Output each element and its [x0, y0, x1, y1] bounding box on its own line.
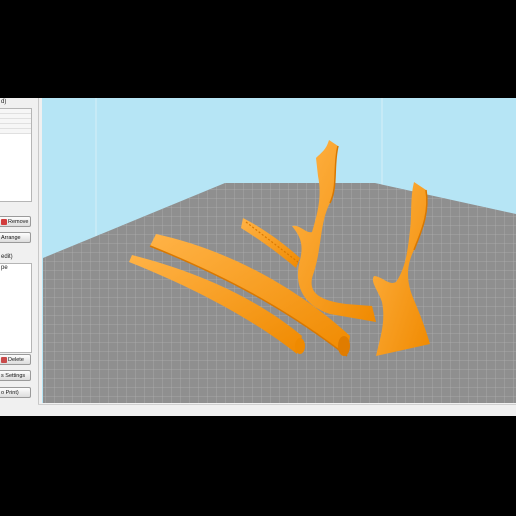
type-column-header: pe: [1, 265, 8, 271]
scene: [43, 98, 516, 403]
delete-icon: [1, 356, 7, 363]
settings-button[interactable]: s Settings: [0, 370, 31, 381]
arrange-button[interactable]: Arrange: [0, 232, 31, 243]
plater-header: d): [1, 99, 7, 105]
object-settings-list[interactable]: pe: [0, 263, 32, 353]
3d-viewport[interactable]: [42, 98, 516, 403]
status-bar: [38, 404, 516, 416]
application-window: d) Remove Arrange edit) pe Delete s Sett…: [0, 98, 516, 416]
remove-button-label: Remove: [8, 218, 29, 225]
print-button[interactable]: o Print): [0, 387, 31, 398]
object-list[interactable]: [0, 108, 32, 202]
left-panel: d) Remove Arrange edit) pe Delete s Sett…: [0, 98, 39, 416]
object-settings-header: edit): [1, 254, 13, 260]
settings-button-label: s Settings: [1, 372, 26, 379]
arrange-button-label: Arrange: [1, 234, 21, 241]
remove-button[interactable]: Remove: [0, 216, 31, 227]
remove-icon: [1, 218, 7, 225]
delete-button-label: Delete: [8, 356, 24, 363]
print-button-label: o Print): [1, 389, 19, 396]
delete-button[interactable]: Delete: [0, 354, 31, 365]
list-item[interactable]: [0, 129, 31, 134]
